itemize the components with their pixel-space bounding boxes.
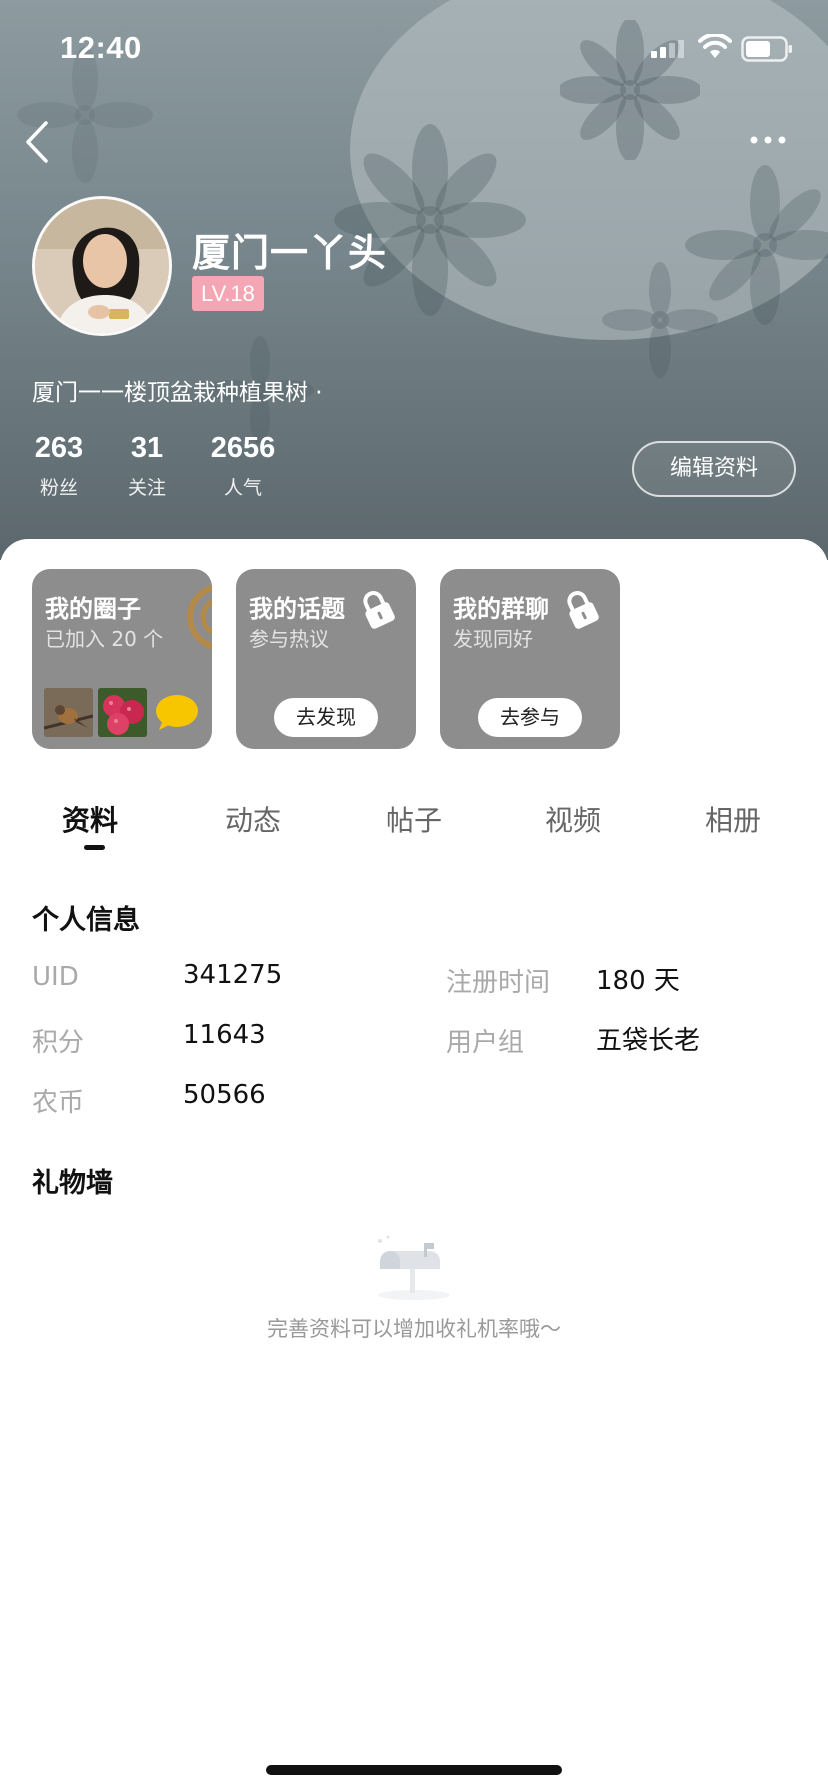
bio: 厦门一一楼顶盆栽种植果树 ·	[32, 380, 323, 406]
tab-posts[interactable]: 帖子	[386, 799, 442, 839]
lock-icon	[567, 591, 599, 629]
profile-tabs: 资料 动态 帖子 视频 相册	[0, 789, 828, 859]
more-button[interactable]	[748, 128, 788, 152]
info-label-points: 积分	[32, 1028, 85, 1058]
card-subtitle: 已加入 20 个	[45, 627, 164, 651]
raspberry-thumbnail-icon	[98, 688, 147, 737]
stat-popularity[interactable]: 2656 人气	[206, 432, 280, 500]
info-label-user-group: 用户组	[446, 1028, 525, 1058]
bird-thumbnail-icon	[44, 688, 93, 737]
stat-value: 263	[34, 432, 84, 464]
stat-label: 关注	[127, 477, 166, 499]
info-label-coins: 农币	[32, 1088, 85, 1118]
stat-value: 31	[130, 432, 164, 464]
info-value-coins: 50566	[183, 1080, 266, 1110]
status-bar: 12:40	[0, 0, 828, 100]
card-subtitle: 发现同好	[453, 627, 533, 651]
card-title: 我的话题	[249, 595, 345, 623]
tab-info[interactable]: 资料	[62, 799, 118, 839]
level-badge: LV.18	[192, 276, 264, 311]
info-value-uid: 341275	[183, 960, 283, 990]
edit-profile-button[interactable]: 编辑资料	[632, 441, 796, 497]
avatar[interactable]	[32, 196, 172, 336]
gift-wall-empty-text: 完善资料可以增加收礼机率哦～	[267, 1317, 561, 1341]
mailbox-icon	[378, 1235, 450, 1300]
circle-thumbnail	[98, 688, 147, 737]
card-subtitle: 参与热议	[249, 627, 329, 651]
active-tab-indicator	[84, 845, 105, 850]
info-value-register-time: 180 天	[596, 966, 680, 996]
tab-video[interactable]: 视频	[545, 799, 601, 839]
back-button[interactable]	[20, 117, 60, 167]
circle-ring-icon	[187, 584, 212, 650]
card-title: 我的群聊	[453, 595, 549, 623]
home-indicator	[266, 1765, 562, 1775]
tab-album[interactable]: 相册	[705, 799, 761, 839]
avatar-photo	[35, 199, 169, 333]
stat-following[interactable]: 31 关注	[122, 432, 172, 500]
my-topic-card[interactable]: 我的话题 参与热议 去发现	[236, 569, 416, 749]
personal-info-title: 个人信息	[32, 905, 140, 936]
stat-label: 粉丝	[39, 477, 78, 499]
my-circle-card[interactable]: 我的圈子 已加入 20 个	[32, 569, 212, 749]
info-label-register-time: 注册时间	[446, 968, 551, 998]
signal-icon	[651, 40, 684, 58]
tab-feed[interactable]: 动态	[225, 799, 281, 839]
battery-icon	[741, 36, 792, 62]
card-title: 我的圈子	[45, 595, 141, 623]
wifi-icon	[698, 34, 732, 58]
lock-icon	[363, 591, 395, 629]
status-time: 12:40	[60, 30, 142, 65]
more-horizontal-icon	[750, 136, 786, 144]
info-value-points: 11643	[183, 1020, 266, 1050]
content-sheet: 我的圈子 已加入 20 个 我的话题 参与热议 去发现 我的群聊 发现同好 去参…	[0, 539, 828, 1792]
join-button[interactable]: 去参与	[478, 698, 582, 737]
flower-decoration-icon	[334, 124, 526, 316]
stat-fans[interactable]: 263 粉丝	[30, 432, 88, 500]
info-label-uid: UID	[32, 962, 79, 992]
stat-label: 人气	[223, 477, 262, 499]
stat-value: 2656	[210, 432, 276, 464]
username: 厦门一丫头	[192, 231, 388, 275]
info-value-user-group: 五袋长老	[596, 1026, 701, 1056]
profile-header: 12:40 厦门一丫头 LV.18 厦门一一楼顶盆栽种植果树 · 263 粉丝 …	[0, 0, 828, 560]
chat-bubble-icon	[156, 695, 198, 730]
chevron-left-icon	[26, 121, 48, 163]
my-group-chat-card[interactable]: 我的群聊 发现同好 去参与	[440, 569, 620, 749]
gift-wall-title: 礼物墙	[32, 1168, 113, 1199]
discover-button[interactable]: 去发现	[274, 698, 378, 737]
flower-decoration-icon	[602, 262, 718, 378]
circle-thumbnail	[44, 688, 93, 737]
